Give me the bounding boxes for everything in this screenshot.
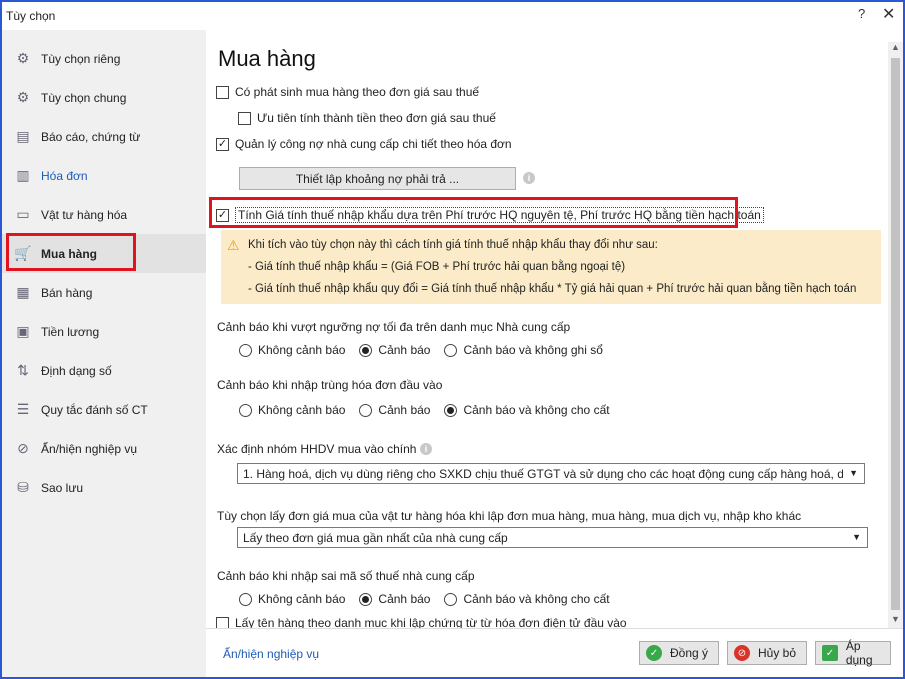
radio-warning-no-save[interactable]: Cảnh báo và không cho cất [444, 592, 610, 606]
checkbox-supplier-debt[interactable]: ✓ Quản lý công nợ nhà cung cấp chi tiết … [216, 137, 512, 151]
sidebar-item-sales[interactable]: ▦ Bán hàng [2, 273, 206, 312]
cancel-button[interactable]: ⊘ Hủy bỏ [727, 641, 807, 665]
sidebar-item-label: Báo cáo, chứng từ [41, 129, 141, 144]
list-icon: ☰ [16, 401, 30, 417]
select-value: 1. Hàng hoá, dịch vụ dùng riêng cho SXKD… [243, 466, 843, 481]
sidebar-item-label: Ẩn/hiện nghiệp vụ [41, 441, 138, 456]
checkbox-purchase-after-tax[interactable]: Có phát sinh mua hàng theo đơn giá sau t… [216, 85, 479, 99]
checkbox[interactable] [238, 111, 251, 125]
gear-icon: ⚙ [16, 50, 30, 66]
checkbox[interactable] [216, 616, 229, 628]
duplicate-warning-options: Không cảnh báo Cảnh báo Cảnh báo và khôn… [239, 403, 624, 417]
checkbox-item-name-from-einvoice[interactable]: Lấy tên hàng theo danh mục khi lập chứng… [216, 616, 627, 628]
radio-no-warning[interactable]: Không cảnh báo [239, 343, 345, 357]
sidebar-item-label: Định dạng số [41, 363, 112, 378]
cancel-icon: ⊘ [734, 645, 750, 661]
goods-group-label: Xác định nhóm HHDV mua vào chính [217, 442, 417, 456]
price-option-select[interactable]: Lấy theo đơn giá mua gần nhất của nhà cu… [237, 527, 868, 548]
warning-line: Khi tích vào tùy chọn này thì cách tính … [248, 239, 658, 251]
radio-warning[interactable]: Cảnh báo [359, 403, 430, 417]
show-hide-link[interactable]: Ẩn/hiện nghiệp vụ [223, 647, 319, 661]
debt-warning-options: Không cảnh báo Cảnh báo Cảnh báo và khôn… [239, 343, 617, 357]
eye-icon: ⊘ [17, 440, 29, 456]
database-icon: ⛁ [17, 479, 29, 495]
close-icon[interactable]: ✕ [882, 4, 895, 24]
scrollbar-thumb[interactable] [891, 58, 900, 610]
agree-button[interactable]: ✓ Đồng ý [639, 641, 719, 665]
apply-icon: ✓ [822, 645, 838, 661]
apply-button[interactable]: ✓ Áp dụng [815, 639, 891, 667]
sidebar-item-label: Vật tư hàng hóa [41, 207, 128, 222]
debt-setup-button[interactable]: Thiết lập khoảng nợ phải trả ... [239, 167, 516, 190]
checkbox[interactable]: ✓ [216, 137, 229, 151]
sidebar-item-materials[interactable]: ▭ Vật tư hàng hóa [2, 195, 206, 234]
check-icon: ✓ [646, 645, 662, 661]
sidebar-item-salary[interactable]: ▣ Tiền lương [2, 312, 206, 351]
warning-icon: ⚠ [227, 237, 240, 253]
scroll-up-icon[interactable]: ▲ [891, 42, 900, 52]
sidebar-item-personal-options[interactable]: ⚙ Tùy chọn riêng [2, 39, 206, 78]
sidebar-item-label: Quy tắc đánh số CT [41, 402, 148, 417]
page-title: Mua hàng [218, 46, 316, 71]
checkbox[interactable] [216, 85, 229, 99]
salary-icon: ▣ [16, 323, 30, 339]
highlight-box-import-tax [209, 197, 738, 228]
highlight-box-sidebar [6, 233, 136, 271]
sidebar-item-label: Tùy chọn riêng [41, 51, 121, 66]
warning-line: - Giá tính thuế nhập khẩu = (Giá FOB + P… [248, 261, 626, 273]
sidebar-item-show-hide[interactable]: ⊘ Ẩn/hiện nghiệp vụ [2, 429, 206, 468]
checkbox-label: Ưu tiên tính thành tiền theo đơn giá sau… [257, 111, 496, 125]
sidebar-item-label: Bán hàng [41, 285, 93, 300]
sidebar-item-reports[interactable]: ▤ Báo cáo, chứng từ [2, 117, 206, 156]
vertical-scrollbar[interactable]: ▲ ▼ [888, 42, 903, 628]
report-icon: ▤ [16, 128, 30, 144]
select-value: Lấy theo đơn giá mua gần nhất của nhà cu… [243, 530, 508, 545]
warning-line: - Giá tính thuế nhập khẩu quy đổi = Giá … [248, 283, 857, 295]
sidebar-item-general-options[interactable]: ⚙ Tùy chọn chung [2, 78, 206, 117]
options-window: Tùy chọn ? ✕ ⚙ Tùy chọn riêng ⚙ Tùy chọn… [0, 0, 905, 679]
store-icon: ▦ [16, 284, 30, 300]
info-icon[interactable]: i [523, 172, 535, 184]
title-bar: Tùy chọn ? ✕ [2, 2, 903, 30]
sidebar: ⚙ Tùy chọn riêng ⚙ Tùy chọn chung ▤ Báo … [2, 30, 206, 677]
warning-panel: ⚠ Khi tích vào tùy chọn này thì cách tín… [221, 230, 881, 304]
tax-code-warning-label: Cảnh báo khi nhập sai mã số thuế nhà cun… [217, 569, 475, 583]
radio-warning-no-save[interactable]: Cảnh báo và không cho cất [444, 403, 610, 417]
sidebar-item-numbering-rules[interactable]: ☰ Quy tắc đánh số CT [2, 390, 206, 429]
sidebar-item-label: Hóa đơn [41, 168, 88, 183]
info-icon[interactable]: i [420, 443, 432, 455]
radio-warning[interactable]: Cảnh báo [359, 343, 430, 357]
sidebar-item-backup[interactable]: ⛁ Sao lưu [2, 468, 206, 507]
main-panel: Mua hàng Có phát sinh mua hàng theo đơn … [206, 30, 888, 628]
sidebar-item-number-format[interactable]: ⇅ Định dạng số [2, 351, 206, 390]
radio-no-warning[interactable]: Không cảnh báo [239, 403, 345, 417]
window-title: Tùy chọn [6, 9, 56, 23]
checkbox-label: Quản lý công nợ nhà cung cấp chi tiết th… [235, 137, 512, 151]
box-icon: ▭ [16, 206, 30, 222]
checkbox-label: Lấy tên hàng theo danh mục khi lập chứng… [235, 616, 627, 628]
sidebar-item-invoice[interactable]: ▥ Hóa đơn [2, 156, 206, 195]
dialog-footer: Ẩn/hiện nghiệp vụ ✓ Đồng ý ⊘ Hủy bỏ ✓ Áp… [206, 628, 903, 677]
debt-warning-label: Cảnh báo khi vượt ngưỡng nợ tối đa trên … [217, 320, 571, 334]
duplicate-warning-label: Cảnh báo khi nhập trùng hóa đơn đầu vào [217, 378, 443, 392]
radio-no-warning[interactable]: Không cảnh báo [239, 592, 345, 606]
radio-warning[interactable]: Cảnh báo [359, 592, 430, 606]
scroll-down-icon[interactable]: ▼ [891, 614, 900, 624]
chevron-down-icon: ▼ [852, 532, 861, 542]
chevron-down-icon: ▼ [849, 468, 858, 478]
price-option-label: Tùy chọn lấy đơn giá mua của vật tư hàng… [217, 509, 802, 523]
sidebar-item-label: Tùy chọn chung [41, 90, 127, 105]
help-button[interactable]: ? [858, 6, 865, 21]
checkbox-label: Có phát sinh mua hàng theo đơn giá sau t… [235, 85, 480, 99]
goods-group-select[interactable]: 1. Hàng hoá, dịch vụ dùng riêng cho SXKD… [237, 463, 865, 484]
gear-icon: ⚙ [16, 89, 30, 105]
tax-code-warning-options: Không cảnh báo Cảnh báo Cảnh báo và khôn… [239, 592, 624, 606]
radio-warning-no-post[interactable]: Cảnh báo và không ghi sổ [444, 343, 603, 357]
number-format-icon: ⇅ [17, 362, 29, 378]
invoice-icon: ▥ [16, 167, 30, 183]
checkbox-priority-after-tax[interactable]: Ưu tiên tính thành tiền theo đơn giá sau… [238, 111, 496, 125]
sidebar-item-label: Tiền lương [41, 324, 100, 339]
sidebar-item-label: Sao lưu [41, 480, 84, 495]
